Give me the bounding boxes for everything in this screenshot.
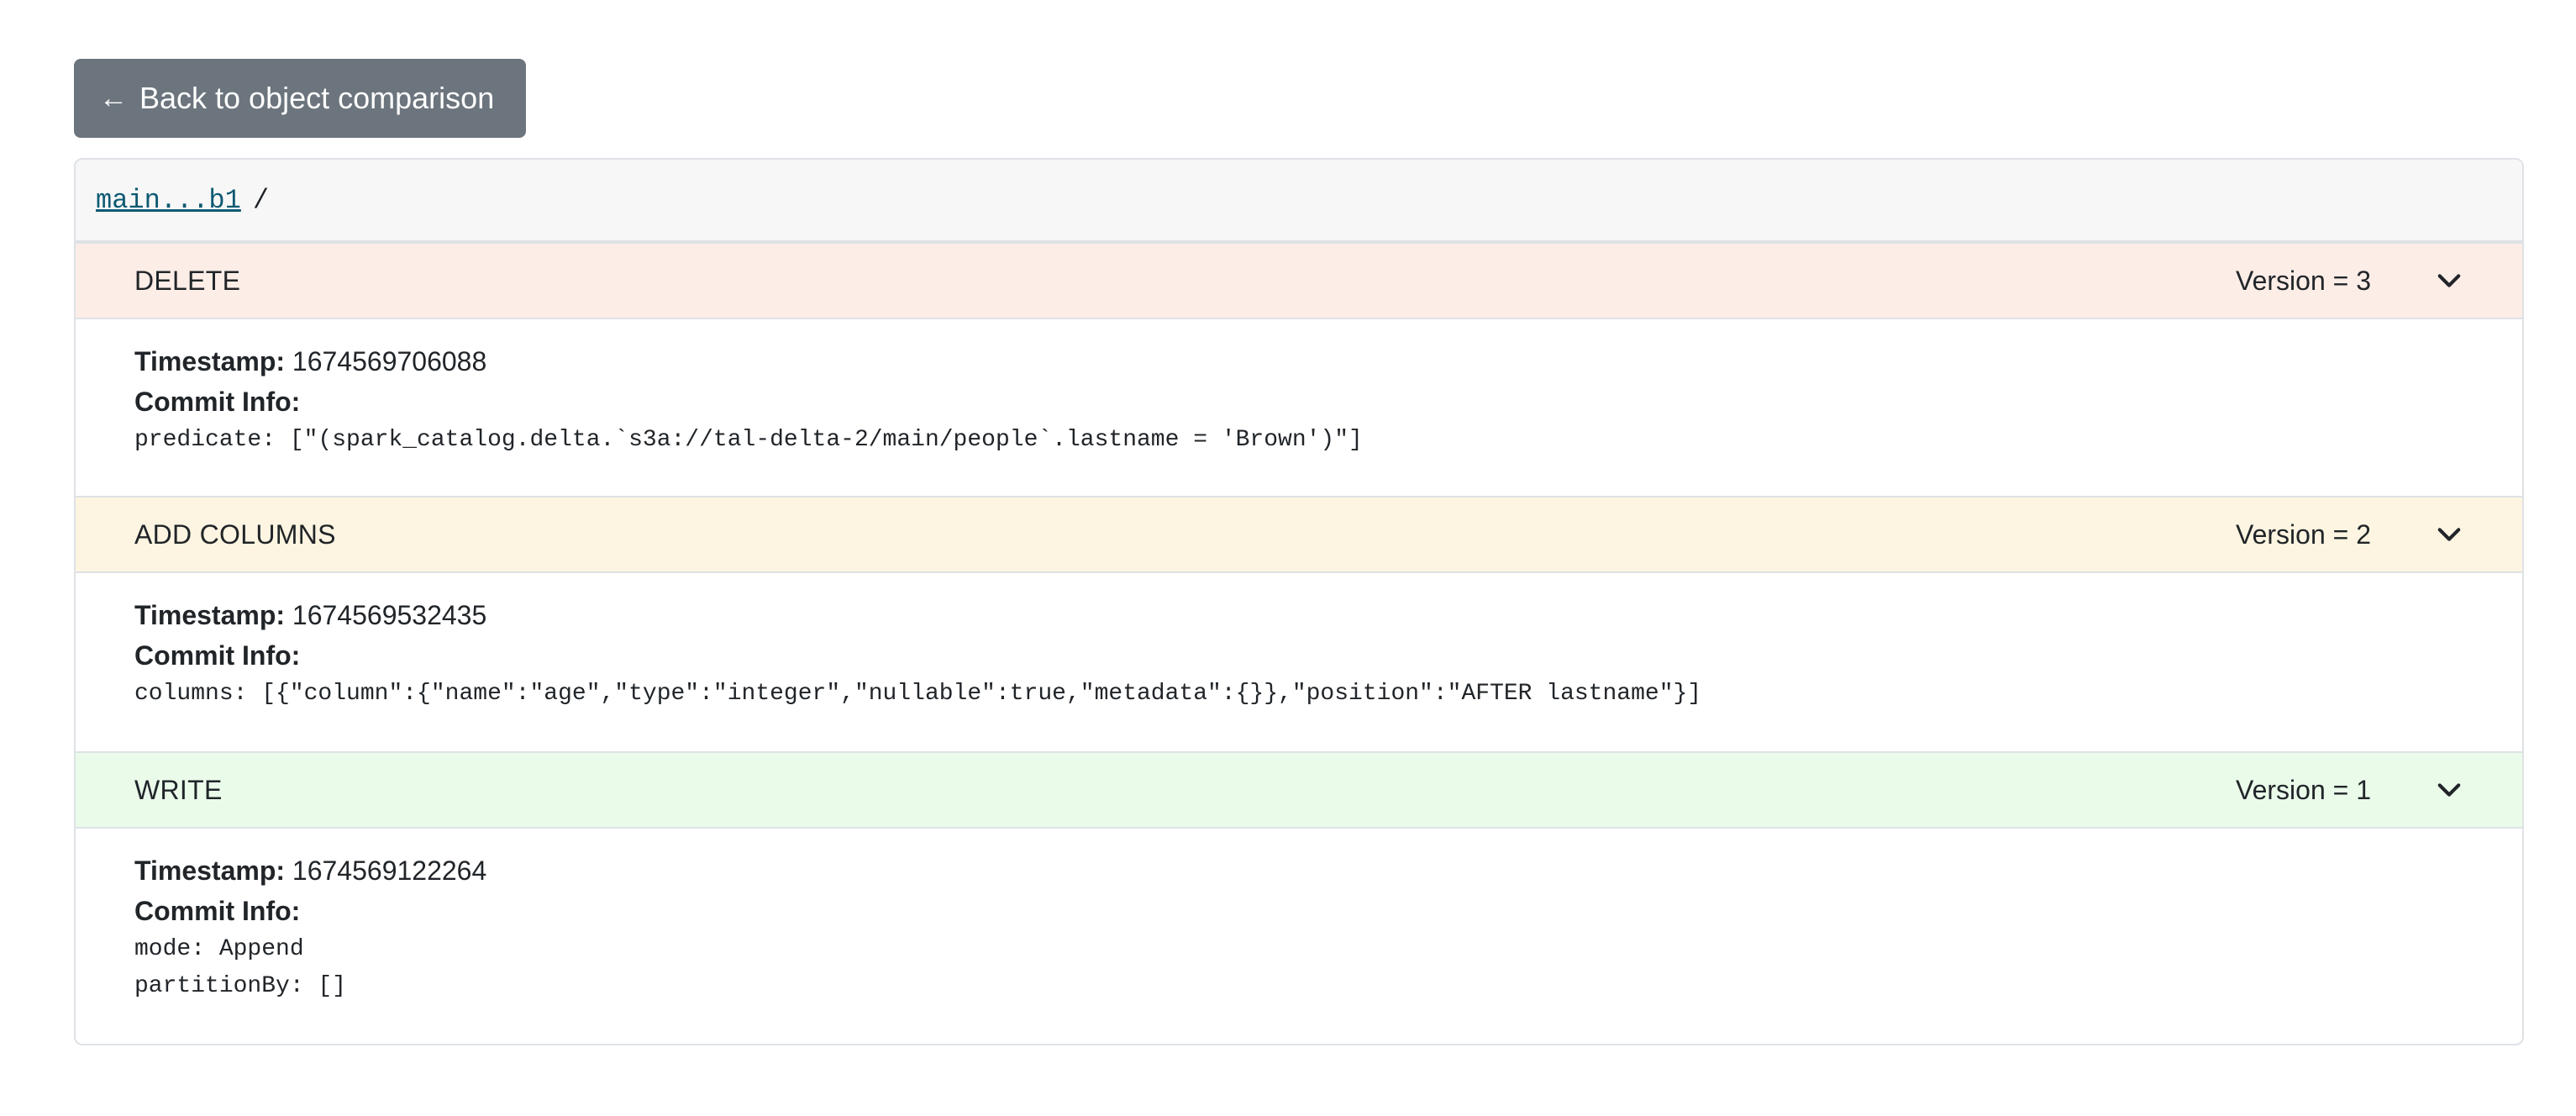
- commit-info-line: predicate: ["(spark_catalog.delta.`s3a:/…: [134, 427, 1363, 453]
- timestamp-row: Timestamp: 1674569122264: [134, 850, 2463, 891]
- chevron-down-icon[interactable]: [2437, 268, 2462, 293]
- timestamp-value: 1674569122264: [292, 855, 487, 886]
- arrow-left-icon: ←: [99, 82, 128, 114]
- commit-info-line: mode: Append: [134, 936, 304, 962]
- entry-operation: DELETE: [134, 265, 241, 296]
- entry-version: Version = 3: [2236, 265, 2371, 296]
- timestamp-label: Timestamp:: [134, 346, 286, 376]
- entry-operation: WRITE: [134, 774, 223, 805]
- breadcrumb-separator: /: [252, 184, 270, 216]
- chevron-down-icon[interactable]: [2437, 522, 2462, 547]
- chevron-down-icon[interactable]: [2437, 777, 2462, 803]
- commit-info-row: Commit Info:: [134, 635, 2463, 676]
- entry-operation: ADD COLUMNS: [134, 519, 336, 550]
- back-to-object-comparison-button[interactable]: ← Back to object comparison: [74, 59, 526, 138]
- back-button-label: Back to object comparison: [139, 81, 495, 115]
- commit-info-line: columns: [{"column":{"name":"age","type"…: [134, 681, 1702, 707]
- entry-version: Version = 1: [2236, 774, 2371, 805]
- commit-info-label: Commit Info:: [134, 387, 301, 417]
- commit-info-line: partitionBy: []: [134, 973, 347, 999]
- entry-body-add-columns: Timestamp: 1674569532435 Commit Info: co…: [76, 573, 2522, 751]
- timestamp-label: Timestamp:: [134, 600, 286, 630]
- timestamp-label: Timestamp:: [134, 855, 286, 886]
- entry-header-write[interactable]: WRITE Version = 1: [76, 751, 2522, 829]
- commit-info-label: Commit Info:: [134, 640, 301, 671]
- entry-version: Version = 2: [2236, 519, 2371, 550]
- entry-body-delete: Timestamp: 1674569706088 Commit Info: pr…: [76, 319, 2522, 496]
- page: ← Back to object comparison main...b1 / …: [0, 0, 2576, 1116]
- timestamp-value: 1674569532435: [292, 600, 487, 630]
- commit-info-row: Commit Info:: [134, 382, 2463, 422]
- entry-header-add-columns[interactable]: ADD COLUMNS Version = 2: [76, 496, 2522, 573]
- timestamp-row: Timestamp: 1674569532435: [134, 595, 2463, 635]
- breadcrumb: main...b1 /: [76, 160, 2522, 242]
- entry-header-delete[interactable]: DELETE Version = 3: [76, 242, 2522, 319]
- entry-body-write: Timestamp: 1674569122264 Commit Info: mo…: [76, 829, 2522, 1042]
- breadcrumb-ref-link[interactable]: main...b1: [96, 185, 241, 216]
- commit-history-card: main...b1 / DELETE Version = 3 Timestamp…: [74, 158, 2524, 1045]
- commit-info-label: Commit Info:: [134, 896, 301, 926]
- commit-info-row: Commit Info:: [134, 891, 2463, 931]
- timestamp-value: 1674569706088: [292, 346, 487, 376]
- timestamp-row: Timestamp: 1674569706088: [134, 341, 2463, 382]
